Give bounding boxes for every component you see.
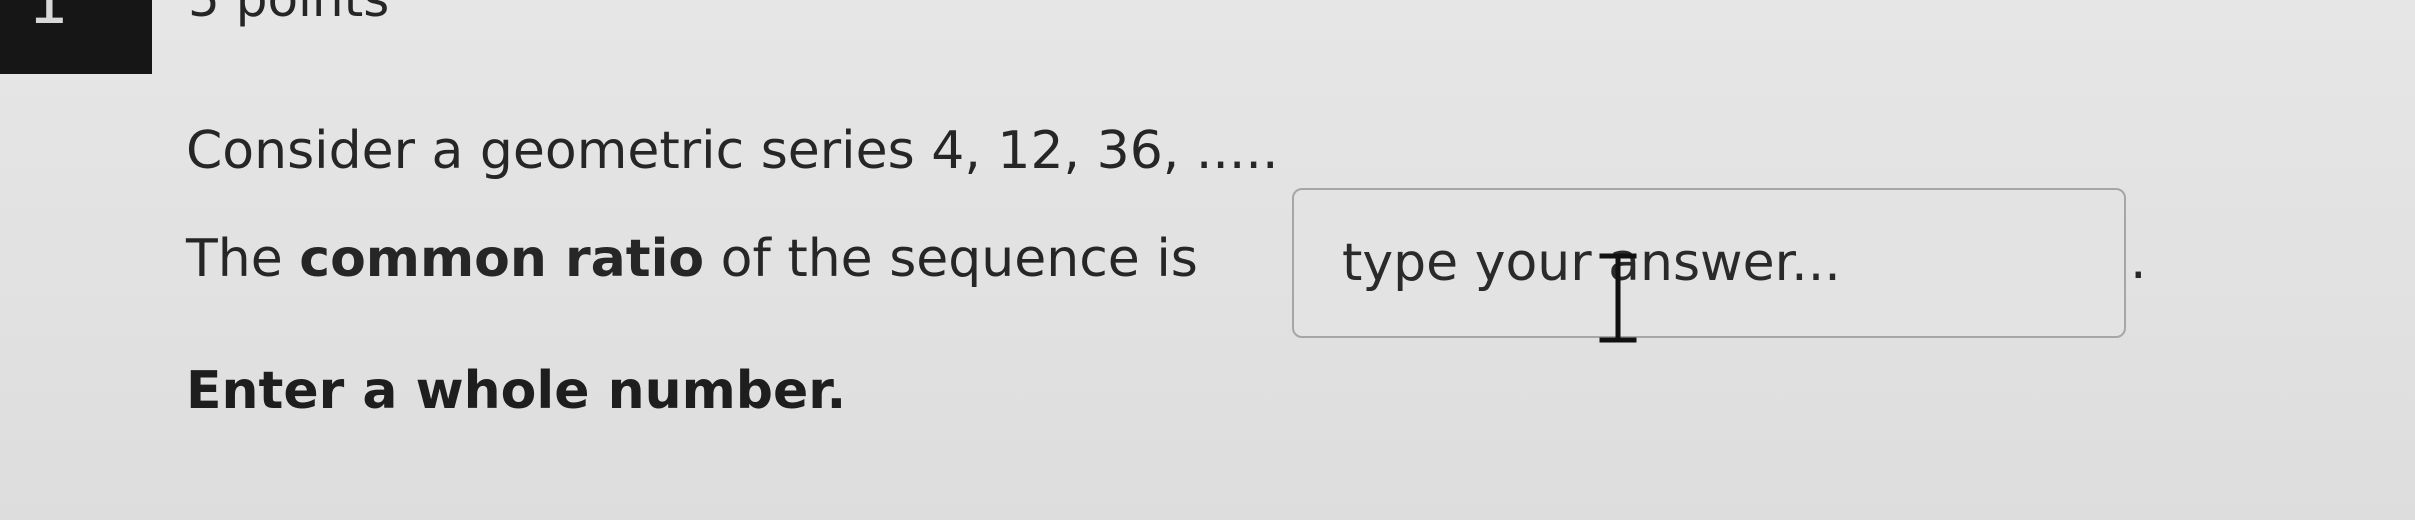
question-number: 1 — [28, 0, 69, 39]
instruction-text: Enter a whole number. — [186, 361, 847, 421]
question-text: Consider a geometric series 4, 12, 36, .… — [186, 121, 1279, 181]
trailing-period: . — [2130, 231, 2147, 291]
answer-prompt: The common ratio of the sequence is — [186, 228, 1198, 290]
prompt-bold: common ratio — [299, 229, 705, 289]
prompt-prefix: The — [186, 229, 300, 289]
text-cursor-icon — [1599, 253, 1637, 343]
question-number-badge: 1 — [0, 0, 152, 74]
question-card: 1 5 points Consider a geometric series 4… — [0, 0, 2415, 520]
points-label: 5 points — [188, 0, 389, 24]
answer-input[interactable] — [1292, 188, 2126, 338]
prompt-suffix: of the sequence is — [704, 229, 1198, 289]
